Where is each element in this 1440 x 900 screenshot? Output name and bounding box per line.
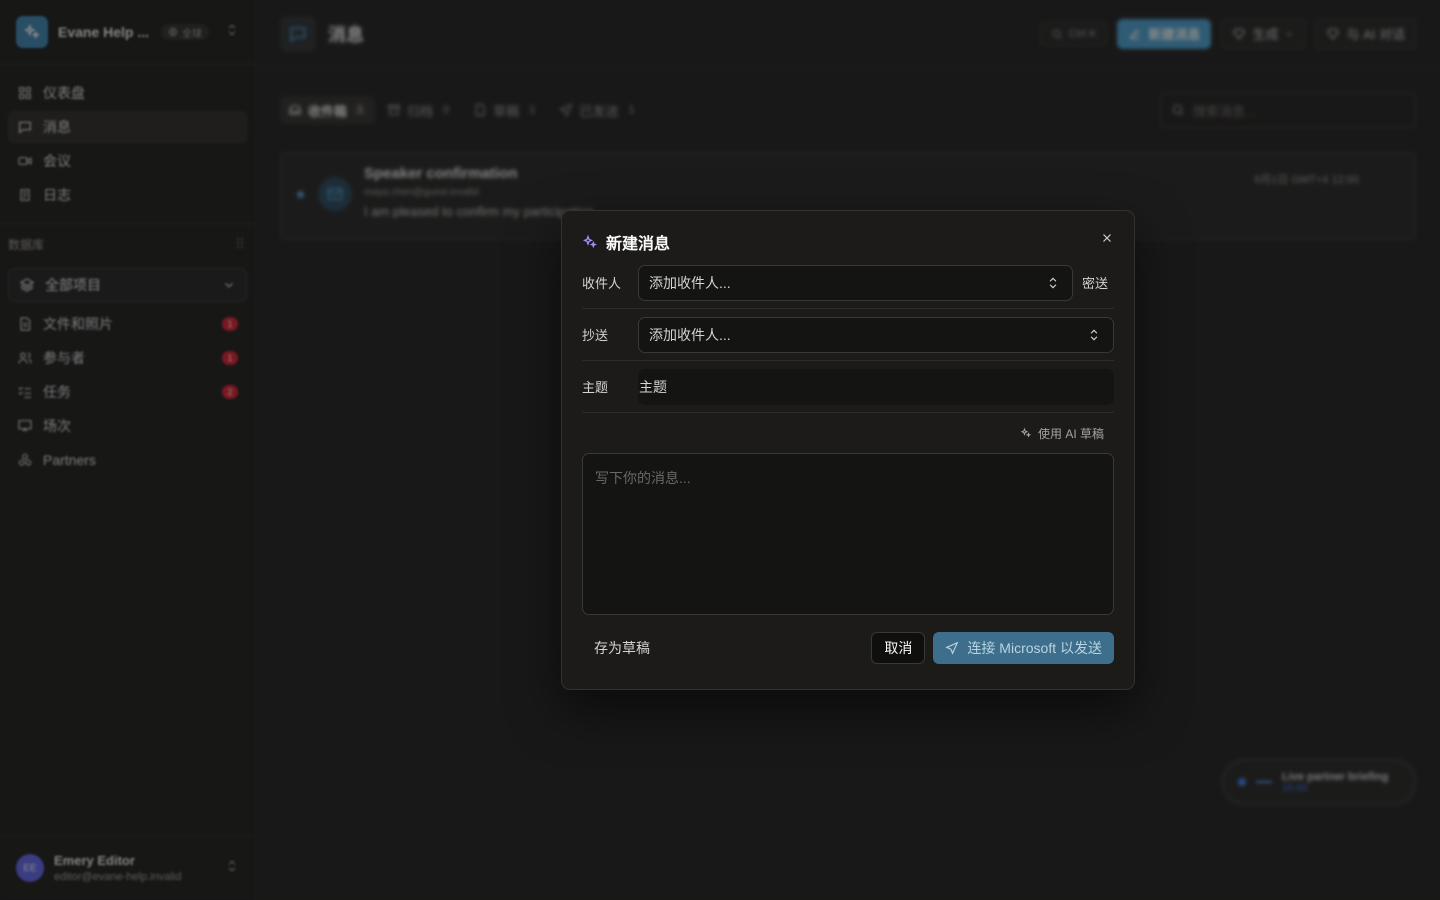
new-message-dialog: 新建消息 收件人 添加收件人... 密送 抄送 添加收件人... 主题 主题 使… [561, 210, 1135, 690]
to-field[interactable]: 添加收件人... [638, 264, 1073, 301]
chevron-up-down-icon [1090, 329, 1098, 340]
dialog-title: 新建消息 [606, 236, 671, 253]
body-placeholder: 写下你的消息... [595, 470, 691, 486]
cc-field[interactable]: 添加收件人... [638, 316, 1114, 353]
sparkles-icon [1020, 427, 1032, 438]
sparkles-icon [582, 234, 597, 249]
save-draft-button[interactable]: 存为草稿 [582, 638, 650, 658]
send-button[interactable]: 连接 Microsoft 以发送 [933, 632, 1114, 664]
message-body-textarea[interactable]: 写下你的消息... [582, 453, 1114, 615]
ai-draft-label: 使用 AI 草稿 [1037, 426, 1104, 441]
subject-field[interactable]: 主题 [638, 368, 1114, 405]
chevron-up-down-icon [1049, 277, 1057, 288]
cc-label: 抄送 [582, 328, 609, 343]
to-label: 收件人 [582, 276, 622, 291]
bcc-toggle[interactable]: 密送 [1082, 273, 1114, 292]
ai-draft-button[interactable]: 使用 AI 草稿 [582, 413, 1114, 453]
cancel-button[interactable]: 取消 [871, 632, 926, 664]
cc-placeholder: 添加收件人... [649, 326, 731, 343]
to-placeholder: 添加收件人... [649, 274, 731, 291]
subject-row: 主题 主题 [582, 361, 1114, 413]
cc-row: 抄送 添加收件人... [582, 309, 1114, 361]
send-icon [945, 641, 959, 655]
close-icon[interactable] [1100, 231, 1114, 250]
to-row: 收件人 添加收件人... 密送 [582, 257, 1114, 309]
dialog-header: 新建消息 [582, 231, 1114, 253]
subject-placeholder: 主题 [639, 378, 667, 395]
send-label: 连接 Microsoft 以发送 [967, 640, 1102, 656]
dialog-footer: 存为草稿 取消 连接 Microsoft 以发送 [582, 615, 1114, 681]
subject-label: 主题 [582, 380, 609, 395]
